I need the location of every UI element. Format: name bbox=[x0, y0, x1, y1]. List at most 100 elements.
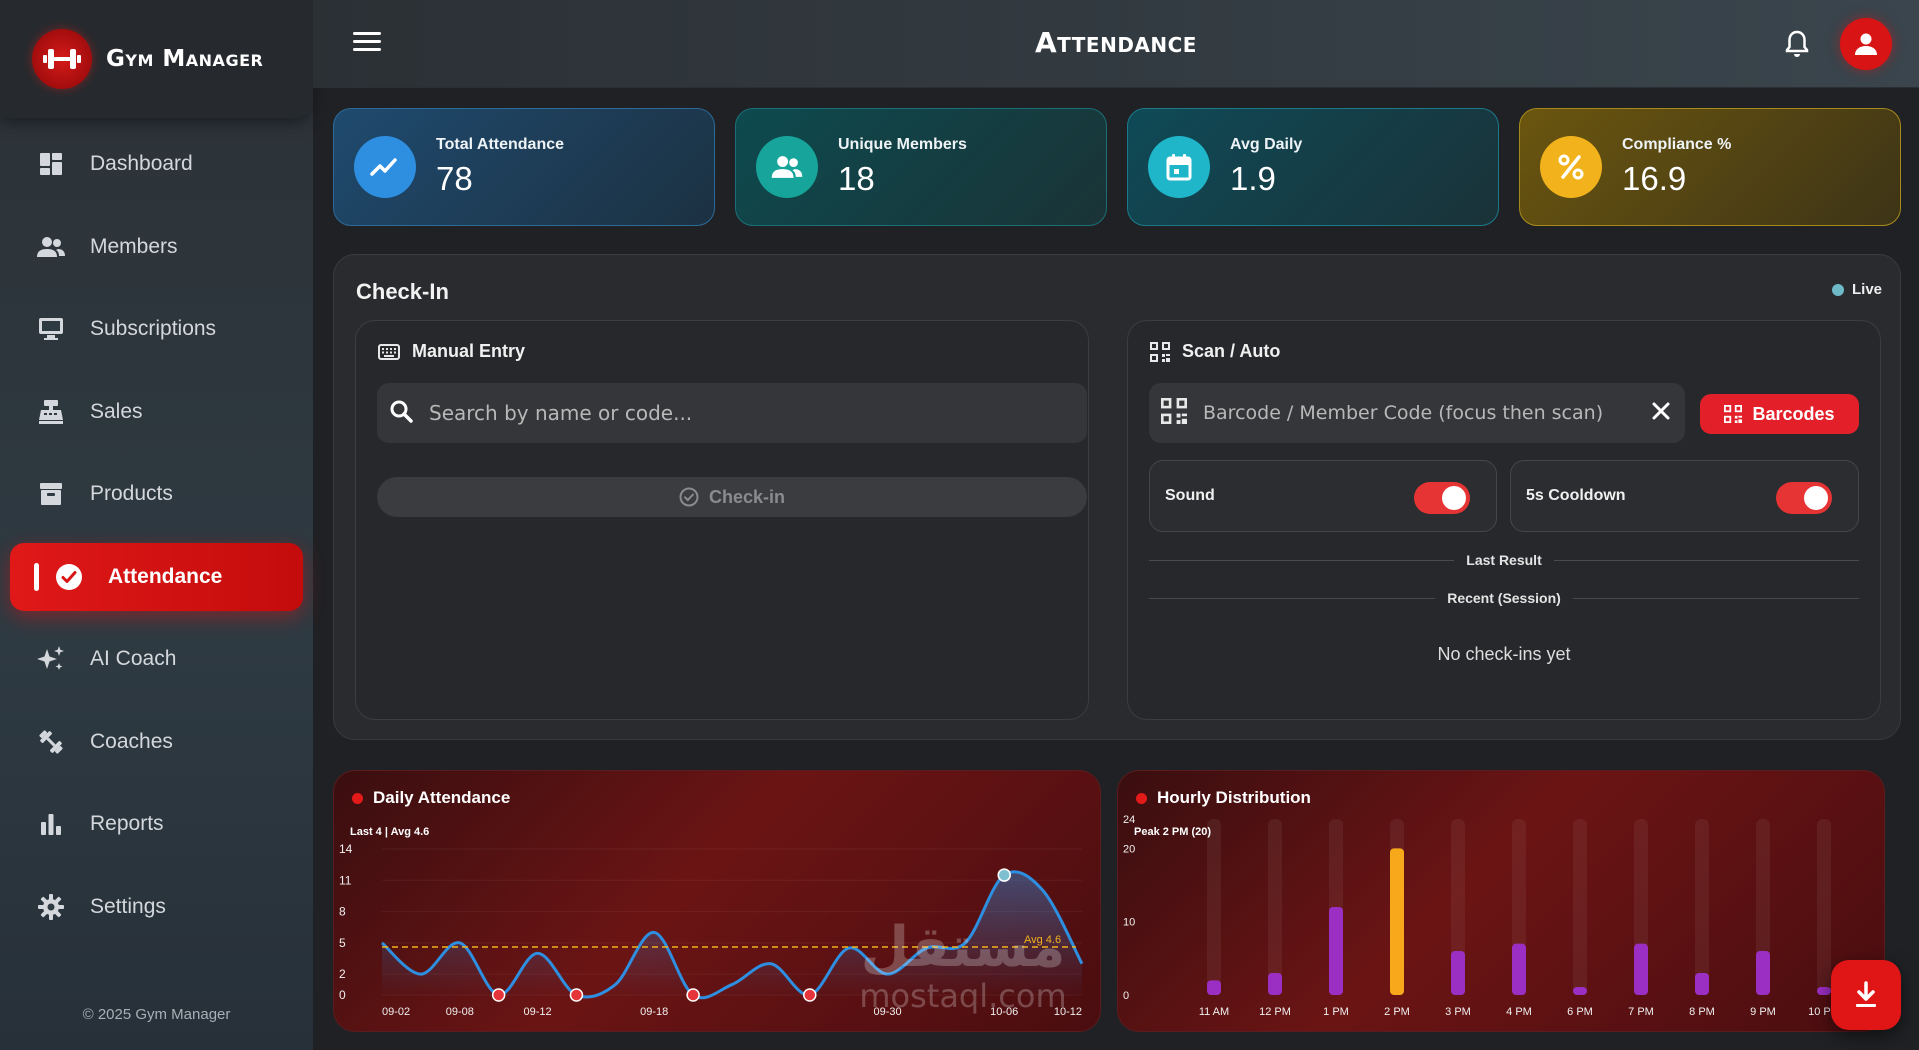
checkin-title: Check-In bbox=[356, 279, 449, 304]
bell-icon[interactable] bbox=[1785, 30, 1811, 58]
bar bbox=[1756, 951, 1770, 995]
sidebar-item-dashboard[interactable]: Dashboard bbox=[10, 130, 303, 198]
chart-title: Hourly Distribution bbox=[1136, 788, 1311, 808]
y-tick-label: 14 bbox=[339, 842, 353, 856]
last-result-label: Last Result bbox=[1466, 552, 1542, 568]
qr-code-icon bbox=[1161, 397, 1187, 429]
search-field[interactable] bbox=[377, 383, 1087, 443]
sound-toggle[interactable] bbox=[1414, 482, 1470, 514]
stat-card-avg-daily: Avg Daily 1.9 bbox=[1127, 108, 1499, 226]
y-tick-label: 11 bbox=[339, 873, 352, 887]
members-icon bbox=[756, 136, 818, 198]
x-tick-label: 09-02 bbox=[382, 1006, 410, 1018]
hourly-distribution-chart: 0 10 20 24 11 AM 12 PM 1 PM 2 PM 3 PM 4 PM 6 PM 7 P… bbox=[1117, 770, 1885, 1032]
scan-auto-title: Scan / Auto bbox=[1150, 341, 1280, 362]
x-tick-label: 1 PM bbox=[1323, 1006, 1349, 1018]
sidebar-item-sales[interactable]: Sales bbox=[10, 378, 303, 446]
close-icon[interactable] bbox=[1651, 401, 1671, 426]
sidebar-item-label: AI Coach bbox=[90, 647, 177, 670]
top-header: Attendance bbox=[313, 0, 1919, 88]
stat-card-compliance: Compliance % 16.9 bbox=[1519, 108, 1901, 226]
sidebar-item-attendance[interactable]: Attendance bbox=[10, 542, 303, 611]
stat-card-total-attendance: Total Attendance 78 bbox=[333, 108, 715, 226]
live-label: Live bbox=[1851, 281, 1882, 298]
bar bbox=[1390, 848, 1404, 995]
x-tick-label: 09-08 bbox=[446, 1006, 474, 1018]
dumbbell-icon bbox=[36, 727, 66, 757]
zero-day-point bbox=[491, 988, 506, 1002]
x-tick-label: 4 PM bbox=[1506, 1006, 1532, 1018]
sidebar: Gym Manager Dashboard Members Subscripti… bbox=[0, 0, 313, 1050]
y-tick-label: 5 bbox=[339, 936, 346, 950]
trend-icon bbox=[354, 136, 416, 198]
cooldown-setting: 5s Cooldown bbox=[1510, 460, 1859, 532]
sidebar-item-ai-coach[interactable]: AI Coach bbox=[10, 625, 303, 693]
barcodes-button[interactable]: Barcodes bbox=[1700, 394, 1859, 434]
sidebar-item-coaches[interactable]: Coaches bbox=[10, 708, 303, 776]
qr-code-icon bbox=[1724, 405, 1743, 423]
bar-track bbox=[1817, 819, 1831, 995]
y-tick-label: 20 bbox=[1123, 843, 1135, 855]
x-tick-label: 12 PM bbox=[1259, 1006, 1291, 1018]
percent-icon bbox=[1540, 136, 1602, 198]
barcode-input[interactable] bbox=[1203, 402, 1643, 424]
empty-state-message: No check-ins yet bbox=[1437, 644, 1571, 664]
calendar-icon bbox=[1148, 136, 1210, 198]
sparkles-icon bbox=[36, 644, 66, 674]
sidebar-item-products[interactable]: Products bbox=[10, 460, 303, 528]
download-button[interactable] bbox=[1831, 960, 1901, 1030]
watermark-arabic: مستقل bbox=[860, 915, 1066, 980]
recent-session-divider: Recent (Session) bbox=[1149, 590, 1859, 606]
cooldown-toggle[interactable] bbox=[1776, 482, 1832, 514]
sidebar-item-label: Reports bbox=[90, 812, 164, 835]
qr-code-icon bbox=[1150, 341, 1170, 362]
sidebar-item-label: Products bbox=[90, 482, 173, 505]
bar bbox=[1634, 943, 1648, 995]
y-tick-label: 8 bbox=[339, 905, 346, 919]
avatar[interactable] bbox=[1840, 18, 1892, 70]
stat-label: Avg Daily bbox=[1230, 136, 1303, 153]
bar bbox=[1695, 973, 1709, 995]
sidebar-item-reports[interactable]: Reports bbox=[10, 790, 303, 858]
checkin-button[interactable]: Check-in bbox=[377, 477, 1087, 517]
zero-day-point bbox=[686, 988, 700, 1002]
download-icon bbox=[1856, 981, 1876, 1007]
dashboard-icon bbox=[36, 149, 66, 179]
bar bbox=[1329, 907, 1343, 995]
bar bbox=[1451, 951, 1465, 995]
sidebar-item-label: Sales bbox=[90, 399, 143, 423]
stat-value: 78 bbox=[436, 160, 473, 197]
y-tick-label: 24 bbox=[1123, 814, 1135, 826]
brand-name: Gym Manager bbox=[106, 46, 264, 72]
chart-title: Daily Attendance bbox=[352, 788, 510, 808]
check-circle-icon bbox=[54, 562, 84, 592]
sidebar-item-members[interactable]: Members bbox=[10, 213, 303, 281]
y-tick-label: 10 bbox=[1123, 917, 1135, 929]
dumbbell-logo-icon bbox=[32, 29, 92, 89]
live-indicator: Live bbox=[1831, 281, 1882, 298]
brand[interactable]: Gym Manager bbox=[0, 0, 313, 118]
bar-track bbox=[1573, 819, 1587, 995]
sidebar-nav: Dashboard Members Subscriptions Sales Pr… bbox=[0, 130, 313, 955]
barcode-field[interactable] bbox=[1149, 383, 1685, 443]
sidebar-item-settings[interactable]: Settings bbox=[10, 873, 303, 941]
x-tick-label: 9 PM bbox=[1750, 1006, 1776, 1018]
last-result-divider: Last Result bbox=[1149, 552, 1859, 568]
y-tick-label: 0 bbox=[339, 988, 346, 1002]
checkin-button-label: Check-in bbox=[708, 486, 786, 507]
sidebar-item-subscriptions[interactable]: Subscriptions bbox=[10, 295, 303, 363]
sidebar-item-label: Dashboard bbox=[90, 152, 193, 175]
search-input[interactable] bbox=[429, 401, 1029, 425]
bar-track bbox=[1207, 819, 1221, 995]
x-tick-label: 2 PM bbox=[1384, 1006, 1410, 1018]
x-tick-label: 09-18 bbox=[640, 1006, 668, 1018]
copyright: © 2025 Gym Manager bbox=[82, 1006, 231, 1023]
y-tick-label: 0 bbox=[1123, 990, 1129, 1002]
chart-annotation: Last 4 | Avg 4.6 bbox=[350, 826, 429, 838]
bar-track bbox=[1695, 819, 1709, 995]
sound-label: Sound bbox=[1165, 487, 1215, 504]
live-dot-icon bbox=[1831, 283, 1844, 296]
bar bbox=[1573, 987, 1587, 995]
manual-entry-title: Manual Entry bbox=[378, 341, 525, 362]
stat-card-unique-members: Unique Members 18 bbox=[735, 108, 1107, 226]
